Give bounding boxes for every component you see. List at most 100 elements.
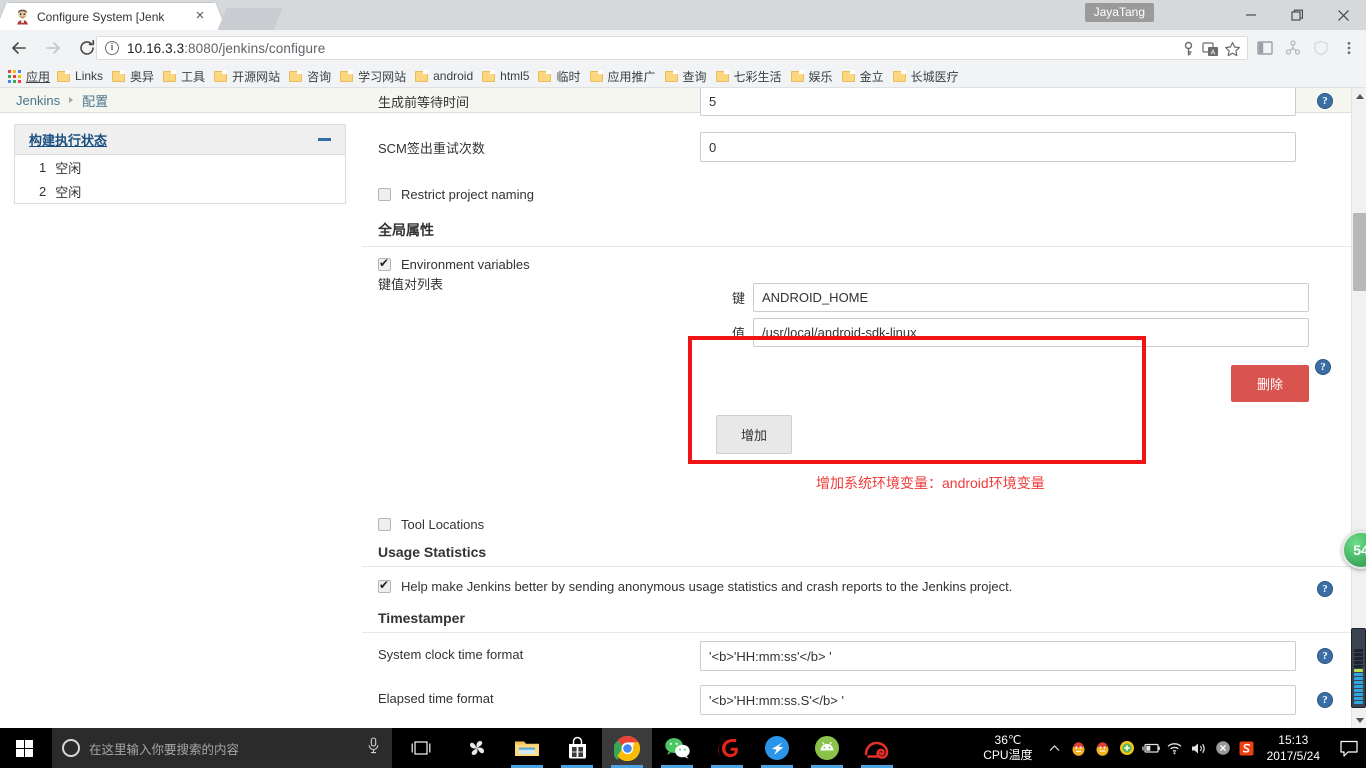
bookmark-label: 查询	[682, 69, 707, 84]
reading-list-icon[interactable]	[1252, 36, 1278, 60]
delete-env-var-button[interactable]: 删除	[1231, 365, 1310, 402]
volume-icon[interactable]	[1187, 728, 1211, 768]
env-var-value-input[interactable]	[753, 318, 1309, 347]
cpu-temperature-widget[interactable]: 36℃ CPU温度	[973, 733, 1042, 763]
chrome-profile-badge[interactable]: JayaTang	[1084, 3, 1154, 22]
shield-icon[interactable]	[1308, 36, 1334, 60]
wechat-icon[interactable]	[652, 728, 702, 768]
site-info-icon[interactable]: i	[105, 41, 119, 55]
bookmark-item[interactable]: 查询	[662, 67, 713, 86]
scm-retry-input[interactable]	[700, 132, 1296, 162]
google-chrome-icon[interactable]	[602, 728, 652, 768]
environment-variables-label: Environment variables	[401, 257, 530, 272]
action-center-icon[interactable]	[1332, 728, 1366, 768]
svg-text:A: A	[1211, 50, 1216, 57]
address-bar[interactable]: i 10.16.3.3:8080/jenkins/configure A	[96, 36, 1248, 60]
bookmark-item[interactable]: android	[412, 68, 479, 84]
bookmark-item[interactable]: 开源网站	[211, 67, 286, 86]
field-scm-retry: SCM签出重试次数	[362, 123, 1351, 169]
add-env-var-button[interactable]: 增加	[716, 415, 793, 454]
environment-variables-checkbox[interactable]	[378, 256, 391, 271]
qq-icon[interactable]	[1067, 728, 1091, 768]
bookmark-item[interactable]: Links	[54, 68, 109, 84]
folder-icon	[841, 70, 855, 82]
window-maximize-button[interactable]	[1274, 0, 1320, 30]
usage-statistics-row[interactable]: Help make Jenkins better by sending anon…	[362, 567, 1351, 604]
env-var-key-input[interactable]	[753, 283, 1309, 312]
window-controls	[1228, 0, 1366, 30]
window-close-button[interactable]	[1320, 0, 1366, 30]
build-executor-title[interactable]: 构建执行状态	[29, 130, 107, 149]
help-icon[interactable]: ?	[1317, 648, 1333, 664]
tool-locations-row[interactable]: Tool Locations	[362, 509, 1351, 540]
microsoft-store-icon[interactable]	[552, 728, 602, 768]
restrict-project-naming-checkbox[interactable]	[378, 188, 391, 201]
chevron-up-icon[interactable]	[1043, 728, 1067, 768]
scrollbar-thumb[interactable]	[1353, 213, 1366, 291]
bookmark-item[interactable]: 咨询	[286, 67, 337, 86]
scroll-down-arrow-icon[interactable]	[1352, 712, 1366, 728]
bookmark-star-icon[interactable]	[1224, 41, 1241, 58]
led-meter-icon[interactable]	[1351, 628, 1366, 708]
help-icon[interactable]: ?	[1317, 692, 1333, 708]
windows-start-icon[interactable]	[0, 728, 48, 768]
restrict-project-naming-row[interactable]: Restrict project naming	[362, 179, 1351, 210]
menu-kebab-icon[interactable]	[1336, 36, 1362, 60]
breadcrumb-jenkins[interactable]: Jenkins	[16, 93, 60, 108]
forward-arrow-icon	[38, 33, 68, 63]
bookmark-item[interactable]: 七彩生活	[713, 67, 788, 86]
wifi-icon[interactable]	[1163, 728, 1187, 768]
window-minimize-button[interactable]	[1228, 0, 1274, 30]
dingtalk-icon[interactable]	[752, 728, 802, 768]
key-icon[interactable]	[1180, 41, 1197, 58]
back-arrow-icon[interactable]	[4, 33, 34, 63]
environment-variables-row[interactable]: Environment variables	[362, 253, 1351, 274]
tool-locations-checkbox[interactable]	[378, 518, 391, 531]
cortana-icon[interactable]	[62, 739, 80, 757]
field-label: SCM签出重试次数	[378, 141, 485, 156]
breadcrumb-current[interactable]: 配置	[82, 91, 108, 110]
bookmark-item[interactable]: 长城医疗	[890, 67, 965, 86]
bookmark-item[interactable]: 临时	[535, 67, 586, 86]
file-explorer-icon[interactable]	[502, 728, 552, 768]
taskbar-search-box[interactable]: 在这里输入你要搜索的内容	[52, 728, 392, 768]
quiet-period-input[interactable]	[700, 88, 1296, 116]
usage-statistics-heading: Usage Statistics	[378, 544, 487, 560]
thunder-snail-icon[interactable]	[852, 728, 902, 768]
new-tab-button[interactable]	[217, 8, 283, 30]
browser-tab[interactable]: Configure System [Jenk ×	[8, 3, 214, 30]
tab-close-icon[interactable]: ×	[192, 8, 208, 25]
scroll-up-arrow-icon[interactable]	[1352, 88, 1366, 104]
help-icon[interactable]: ?	[1315, 359, 1331, 375]
bookmark-item[interactable]: html5	[479, 68, 535, 84]
translate-icon[interactable]: A	[1202, 41, 1219, 58]
qq-icon-2[interactable]	[1091, 728, 1115, 768]
bookmark-item[interactable]: 娱乐	[788, 67, 839, 86]
error-circle-icon[interactable]	[1211, 728, 1235, 768]
usage-statistics-checkbox[interactable]	[378, 578, 391, 593]
security-plus-icon[interactable]	[1115, 728, 1139, 768]
android-studio-icon[interactable]	[802, 728, 852, 768]
bookmark-apps-shortcut[interactable]: 应用	[8, 68, 50, 85]
bookmark-item[interactable]: 学习网站	[337, 67, 412, 86]
microphone-icon[interactable]	[366, 737, 382, 759]
battery-icon[interactable]	[1139, 728, 1163, 768]
elapsed-format-input[interactable]	[700, 685, 1296, 715]
system-clock-format-input[interactable]	[700, 641, 1296, 671]
minimize-icon[interactable]	[318, 138, 331, 141]
cpu-temp-label: CPU温度	[983, 748, 1033, 762]
bookmark-item[interactable]: 工具	[160, 67, 211, 86]
bookmark-item[interactable]: 金立	[839, 67, 890, 86]
task-view-icon[interactable]	[400, 728, 442, 768]
gitee-icon[interactable]	[702, 728, 752, 768]
extension-icon[interactable]	[1280, 36, 1306, 60]
help-icon[interactable]: ?	[1317, 93, 1333, 109]
sogou-input-icon[interactable]	[1235, 728, 1259, 768]
field-elapsed-format: Elapsed time format ?	[362, 677, 1351, 721]
bookmark-item[interactable]: 应用推广	[587, 67, 662, 86]
taskbar-clock[interactable]: 15:13 2017/5/24	[1259, 732, 1332, 764]
bookmark-item[interactable]: 奥异	[109, 67, 160, 86]
help-icon[interactable]: ?	[1317, 581, 1333, 597]
app-fan-icon[interactable]	[452, 728, 502, 768]
folder-icon	[892, 70, 906, 82]
